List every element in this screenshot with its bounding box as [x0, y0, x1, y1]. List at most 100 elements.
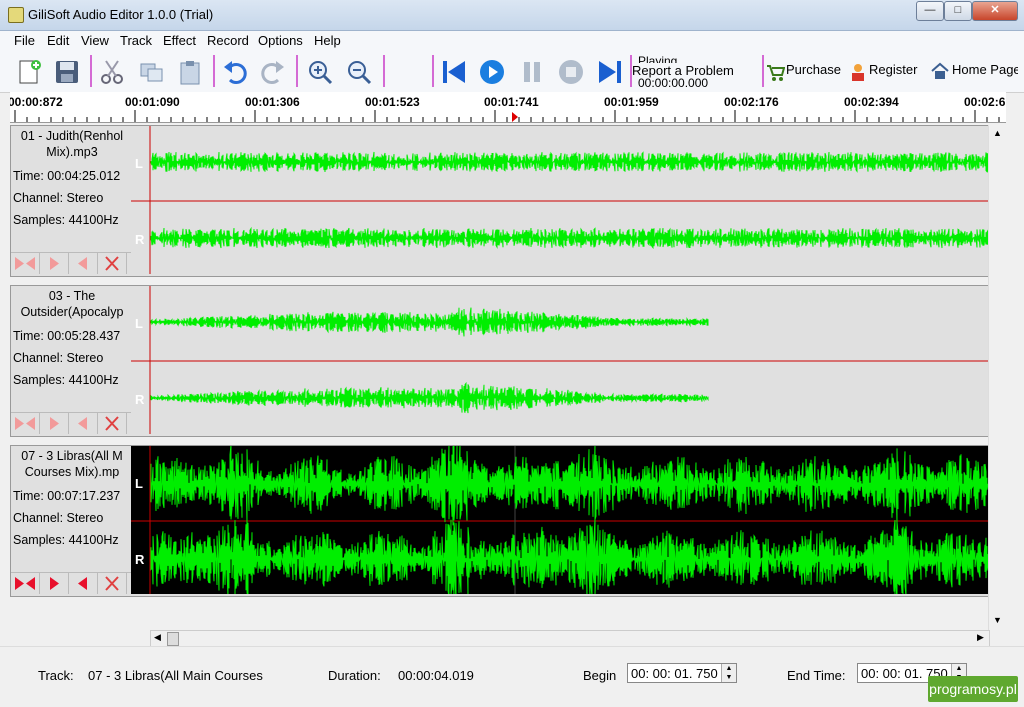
right-channel-label: R [135, 232, 145, 247]
menu-track[interactable]: Track [120, 33, 152, 48]
ruler-tick-label: 00:02:394 [844, 95, 899, 109]
remove-track-icon[interactable] [98, 253, 127, 274]
ruler-ticks [14, 110, 1000, 122]
playhead-marker [512, 112, 518, 122]
home-icon[interactable] [931, 62, 949, 80]
purchase-link[interactable]: Purchase [786, 62, 841, 77]
vertical-scrollbar[interactable]: ▲ ▼ [988, 125, 1007, 630]
track-name: 03 - The Outsider(Apocalyp [20, 289, 124, 319]
menu-file[interactable]: File [14, 33, 35, 48]
select-all-icon[interactable] [11, 573, 40, 594]
scroll-left-icon[interactable]: ◀ [154, 632, 161, 643]
minimize-button[interactable]: — [916, 1, 944, 21]
menu-record[interactable]: Record [207, 33, 249, 48]
menu-bar: File Edit View Track Effect Record Optio… [0, 31, 1024, 50]
scroll-right-icon[interactable]: ▶ [977, 632, 984, 643]
skip-start-icon[interactable] [440, 58, 468, 86]
playing-status: Playing [638, 54, 678, 63]
play-icon[interactable] [478, 58, 506, 86]
register-icon[interactable] [848, 62, 868, 82]
maximize-button[interactable]: □ [944, 1, 972, 21]
ruler-tick-label: 00:01:090 [125, 95, 180, 109]
remove-track-icon[interactable] [98, 573, 127, 594]
track-label: Track: [38, 668, 74, 683]
selected-track-value: 07 - 3 Libras(All Main Courses [88, 668, 263, 683]
close-button[interactable]: ✕ [972, 1, 1018, 21]
track-channel: Channel: Stereo [13, 351, 104, 365]
ruler-tick-label: 00:01:959 [604, 95, 659, 109]
home-page-link[interactable]: Home Page [952, 62, 1018, 77]
track-3[interactable]: 07 - 3 Libras(All M Courses Mix).mp Time… [10, 445, 990, 597]
track-time: Time: 00:04:25.012 [13, 169, 121, 183]
waveform[interactable] [131, 446, 989, 594]
menu-effect[interactable]: Effect [163, 33, 196, 48]
select-all-icon[interactable] [11, 253, 40, 274]
track-2[interactable]: 03 - The Outsider(Apocalyp Time: 00:05:2… [10, 285, 990, 437]
zoom-out-icon[interactable] [345, 58, 373, 86]
select-right-icon[interactable] [40, 413, 69, 434]
track-name: 01 - Judith(Renhol Mix).mp3 [20, 129, 124, 159]
track-samples: Samples: 44100Hz [13, 213, 119, 227]
scroll-up-icon[interactable]: ▲ [993, 128, 1002, 138]
select-all-icon[interactable] [11, 413, 40, 434]
save-icon[interactable] [53, 58, 81, 86]
begin-time-value: 00: 00: 01. 750 [631, 666, 718, 681]
zoom-in-icon[interactable] [306, 58, 334, 86]
playback-time: 00:00:00.000 [638, 76, 709, 90]
ruler-tick-label: 00:02:6 [964, 95, 1006, 109]
select-right-icon[interactable] [40, 253, 69, 274]
copy-icon[interactable] [138, 58, 166, 86]
track-controls [11, 252, 131, 275]
cart-icon[interactable] [765, 62, 785, 82]
track-info: 07 - 3 Libras(All M Courses Mix).mp Time… [11, 446, 131, 576]
track-time: Time: 00:05:28.437 [13, 329, 121, 343]
menu-edit[interactable]: Edit [47, 33, 69, 48]
register-link[interactable]: Register [869, 62, 917, 77]
ruler-tick-label: 00:01:306 [245, 95, 300, 109]
select-right-icon[interactable] [40, 573, 69, 594]
menu-options[interactable]: Options [258, 33, 303, 48]
track-time: Time: 00:07:17.237 [13, 489, 121, 503]
pause-icon[interactable] [518, 58, 546, 86]
toolbar-separator [383, 55, 385, 87]
track-samples: Samples: 44100Hz [13, 373, 119, 387]
ruler-tick-label: 00:01:741 [484, 95, 539, 109]
duration-value: 00:00:04.019 [398, 668, 474, 683]
begin-time-input[interactable]: 00: 00: 01. 750 ▲ ▼ [627, 663, 737, 683]
ruler-tick-label: 00:00:872 [10, 95, 63, 109]
menu-view[interactable]: View [81, 33, 109, 48]
scroll-down-icon[interactable]: ▼ [993, 615, 1002, 625]
skip-end-icon[interactable] [596, 58, 624, 86]
undo-icon[interactable] [221, 58, 249, 86]
track-controls [11, 412, 131, 435]
waveform[interactable] [131, 286, 989, 434]
remove-track-icon[interactable] [98, 413, 127, 434]
select-left-icon[interactable] [69, 573, 98, 594]
waveform[interactable] [131, 126, 989, 274]
select-left-icon[interactable] [69, 253, 98, 274]
track-info: 03 - The Outsider(Apocalyp Time: 00:05:2… [11, 286, 131, 416]
watermark: programosy.pl [928, 676, 1018, 702]
scroll-thumb[interactable] [167, 632, 179, 646]
begin-time-spinner[interactable]: ▲ ▼ [721, 664, 736, 682]
ruler-tick-label: 00:02:176 [724, 95, 779, 109]
cut-icon[interactable] [98, 58, 126, 86]
menu-help[interactable]: Help [314, 33, 341, 48]
redo-icon[interactable] [259, 58, 287, 86]
paste-icon[interactable] [177, 58, 205, 86]
toolbar-separator [213, 55, 215, 87]
track-controls [11, 572, 131, 595]
select-left-icon[interactable] [69, 413, 98, 434]
stop-icon[interactable] [557, 58, 585, 86]
new-file-icon[interactable] [16, 58, 44, 86]
duration-label: Duration: [328, 668, 381, 683]
begin-label: Begin [583, 668, 617, 683]
time-ruler[interactable]: 00:00:872 00:01:090 00:01:306 00:01:523 … [10, 92, 1006, 123]
toolbar-separator [762, 55, 764, 87]
window-title: GiliSoft Audio Editor 1.0.0 (Trial) [28, 7, 214, 22]
left-channel-label: L [135, 316, 143, 331]
selection-panel: Track: 07 - 3 Libras(All Main Courses Du… [0, 646, 1024, 707]
toolbar-separator [296, 55, 298, 87]
track-1[interactable]: 01 - Judith(Renhol Mix).mp3 Time: 00:04:… [10, 125, 990, 277]
toolbar-separator [432, 55, 434, 87]
